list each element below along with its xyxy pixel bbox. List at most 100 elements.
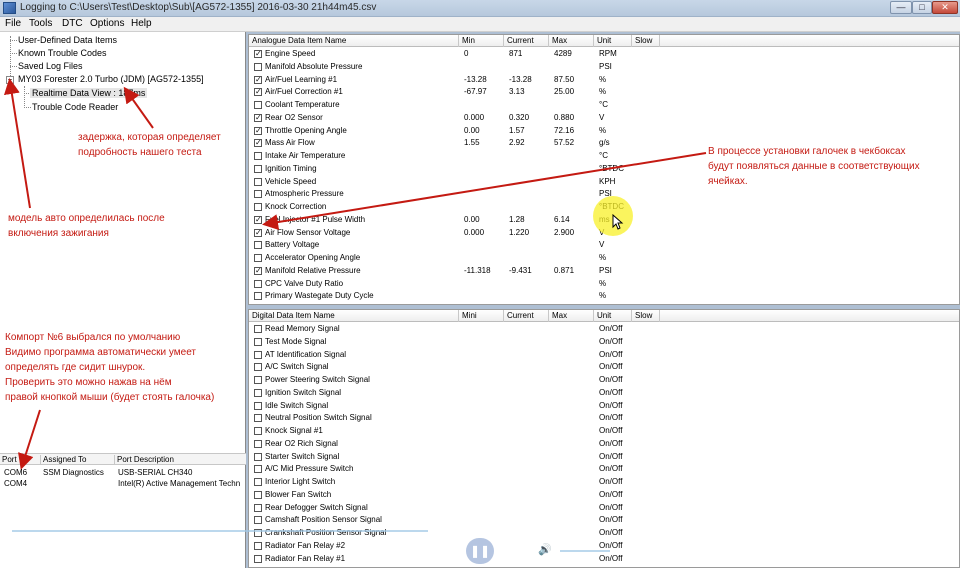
table-row[interactable]: ✓ Air/Fuel Learning #1 -13.28 -13.28 87.50%	[249, 74, 959, 86]
tree-expander[interactable]: −	[6, 76, 14, 84]
table-row[interactable]: ✓ Rear O2 Sensor 0.000 0.320 0.880 V	[249, 112, 959, 124]
row-checkbox[interactable]	[254, 292, 262, 301]
previous-icon[interactable]: ⏮	[443, 543, 453, 556]
row-checkbox[interactable]	[254, 541, 262, 550]
tree-item-user-defined[interactable]: User-Defined Data Items	[18, 35, 117, 45]
row-checkbox[interactable]	[254, 62, 262, 71]
tree-item-vehicle[interactable]: MY03 Forester 2.0 Turbo (JDM) [AG572-135…	[18, 74, 204, 84]
row-checkbox[interactable]	[254, 465, 262, 474]
tree-item-saved-logs[interactable]: Saved Log Files	[18, 61, 83, 71]
column-header-unit[interactable]: Unit	[594, 35, 632, 47]
fullscreen-icon[interactable]: ⤢	[934, 543, 943, 556]
close-button[interactable]: ✕	[932, 1, 958, 14]
row-checkbox[interactable]: ✓	[254, 75, 262, 84]
next-icon[interactable]: ⏭	[504, 543, 514, 556]
table-row[interactable]: Read Memory Signal On/Off	[249, 323, 959, 335]
tree-item-realtime-view[interactable]: Realtime Data View : 187ms	[30, 88, 148, 98]
table-row[interactable]: Manifold Absolute Pressure PSI	[249, 61, 959, 73]
column-header-port[interactable]: Port	[0, 455, 38, 465]
row-checkbox[interactable]: ✓	[254, 113, 262, 122]
row-checkbox[interactable]	[254, 190, 262, 199]
row-checkbox[interactable]	[254, 388, 262, 397]
table-row[interactable]: Starter Switch Signal On/Off	[249, 451, 959, 463]
table-row[interactable]: Crankshaft Position Sensor Signal On/Off	[249, 527, 959, 539]
tree-item-trouble-codes[interactable]: Known Trouble Codes	[18, 48, 107, 58]
table-row[interactable]: Ignition Switch Signal On/Off	[249, 387, 959, 399]
row-checkbox[interactable]	[254, 152, 262, 160]
row-checkbox[interactable]	[254, 325, 262, 333]
row-checkbox[interactable]	[254, 452, 262, 461]
volume-icon[interactable]: 🔊	[538, 543, 552, 556]
column-header-name[interactable]: Digital Data Item Name	[249, 310, 459, 322]
table-row[interactable]: Battery Voltage V	[249, 239, 959, 251]
row-checkbox[interactable]	[254, 350, 262, 359]
row-checkbox[interactable]	[254, 101, 262, 109]
row-checkbox[interactable]	[254, 279, 262, 288]
table-row[interactable]: Coolant Temperature °C	[249, 99, 959, 111]
table-row[interactable]: ✓ Air/Fuel Correction #1 -67.97 3.13 25.00%	[249, 86, 959, 98]
video-progress-bar[interactable]	[12, 530, 428, 532]
menu-help[interactable]: Help	[131, 18, 152, 29]
row-checkbox[interactable]	[254, 241, 262, 250]
table-row[interactable]: Neutral Position Switch Signal On/Off	[249, 412, 959, 424]
column-header-slow[interactable]: Slow	[632, 310, 660, 322]
maximize-button[interactable]: □	[912, 1, 932, 14]
volume-slider[interactable]	[560, 550, 610, 552]
column-header-current[interactable]: Current	[504, 35, 549, 47]
column-header-current[interactable]: Current	[504, 310, 549, 322]
repeat-icon[interactable]: ↻	[384, 543, 393, 556]
row-checkbox[interactable]	[254, 439, 262, 448]
table-row[interactable]: Test Mode Signal On/Off	[249, 336, 959, 348]
row-checkbox[interactable]	[254, 478, 262, 486]
row-checkbox[interactable]	[254, 503, 262, 512]
table-row[interactable]: Rear Defogger Switch Signal On/Off	[249, 502, 959, 514]
row-checkbox[interactable]	[254, 337, 262, 346]
table-row[interactable]: ✓ Throttle Opening Angle 0.00 1.57 72.16%	[249, 125, 959, 137]
menu-options[interactable]: Options	[90, 18, 124, 29]
table-row[interactable]: Camshaft Position Sensor Signal On/Off	[249, 514, 959, 526]
shuffle-icon[interactable]: ⤮	[360, 543, 369, 556]
table-row[interactable]: A/C Mid Pressure Switch On/Off	[249, 463, 959, 475]
column-header-slow[interactable]: Slow	[632, 35, 660, 47]
minimize-button[interactable]: —	[890, 1, 912, 14]
table-row[interactable]: Rear O2 Rich Signal On/Off	[249, 438, 959, 450]
row-checkbox[interactable]: ✓	[254, 126, 262, 135]
row-checkbox[interactable]: ✓	[254, 228, 262, 237]
table-row[interactable]: Accelerator Opening Angle%	[249, 252, 959, 264]
menu-dtc[interactable]: DTC	[62, 18, 83, 29]
row-checkbox[interactable]	[254, 363, 262, 372]
table-row[interactable]: Knock Signal #1 On/Off	[249, 425, 959, 437]
column-header-min[interactable]: Min	[459, 35, 504, 47]
column-header-name[interactable]: Analogue Data Item Name	[249, 35, 459, 47]
table-row[interactable]: Radiator Fan Relay #1 On/Off	[249, 553, 959, 565]
column-header-unit[interactable]: Unit	[594, 310, 632, 322]
play-pause-button[interactable]: ❚❚	[466, 538, 494, 564]
row-checkbox[interactable]	[254, 203, 262, 211]
table-row[interactable]: A/C Switch Signal On/Off	[249, 361, 959, 373]
table-row[interactable]: ✓ Engine Speed 0 871 4289 RPM	[249, 48, 959, 60]
row-checkbox[interactable]	[254, 554, 262, 563]
table-row[interactable]: Blower Fan Switch On/Off	[249, 489, 959, 501]
row-checkbox[interactable]	[254, 164, 262, 173]
row-checkbox[interactable]	[254, 376, 262, 384]
table-row[interactable]: Primary Wastegate Duty Cycle%	[249, 290, 959, 302]
row-checkbox[interactable]: ✓	[254, 50, 262, 58]
table-row[interactable]: CPC Valve Duty Ratio%	[249, 278, 959, 290]
table-row[interactable]: Interior Light Switch On/Off	[249, 476, 959, 488]
row-checkbox[interactable]: ✓	[254, 139, 262, 148]
row-checkbox[interactable]: ✓	[254, 266, 262, 275]
table-row[interactable]: Idle Switch Signal On/Off	[249, 400, 959, 412]
row-checkbox[interactable]	[254, 401, 262, 410]
row-checkbox[interactable]: ✓	[254, 88, 262, 97]
column-header-description[interactable]: Port Description	[114, 455, 244, 465]
stop-icon[interactable]: ■	[412, 544, 419, 556]
row-checkbox[interactable]	[254, 427, 262, 435]
column-header-max[interactable]: Max	[549, 310, 594, 322]
row-checkbox[interactable]	[254, 490, 262, 499]
row-checkbox[interactable]	[254, 516, 262, 525]
table-row[interactable]: Power Steering Switch Signal On/Off	[249, 374, 959, 386]
row-checkbox[interactable]	[254, 177, 262, 186]
tree-item-dtc-reader[interactable]: Trouble Code Reader	[32, 102, 118, 112]
column-header-max[interactable]: Max	[549, 35, 594, 47]
column-header-assigned[interactable]: Assigned To	[40, 455, 112, 465]
